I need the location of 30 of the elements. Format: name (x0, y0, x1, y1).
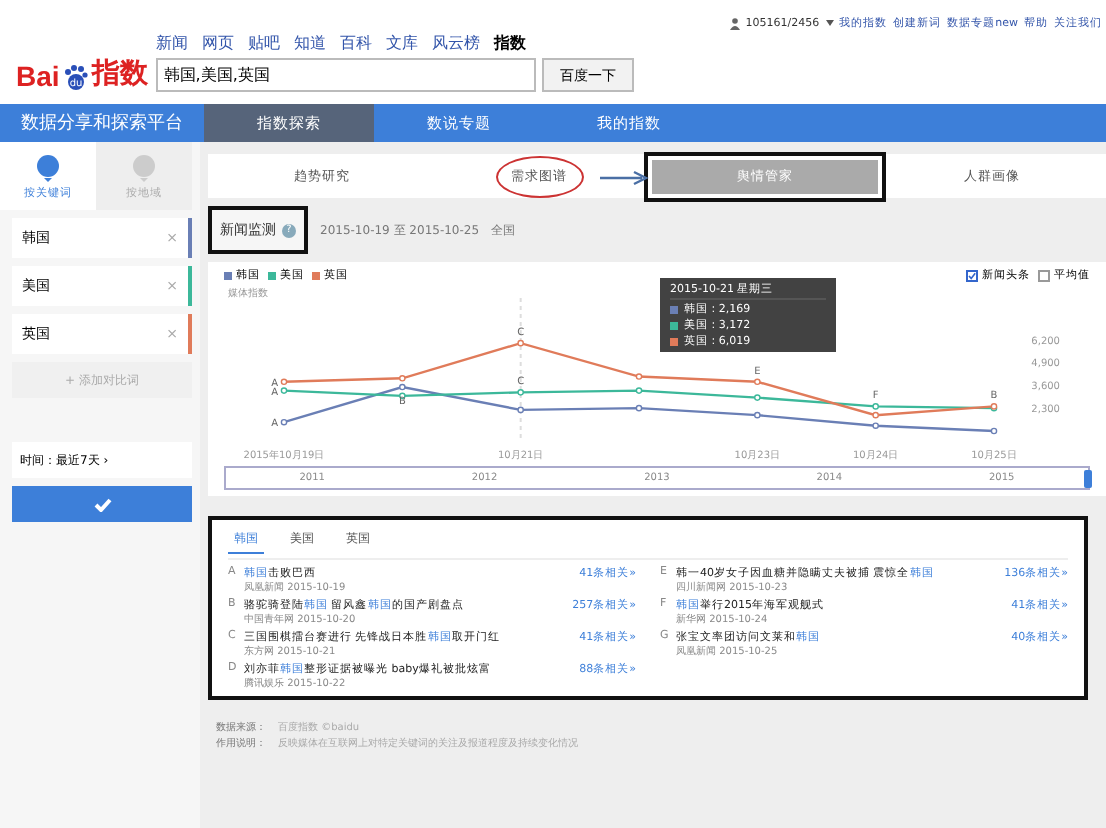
nav-link[interactable]: 贴吧 (247, 32, 280, 54)
data-point (517, 389, 524, 396)
platform-title: 数据分享和探索平台 (19, 111, 185, 138)
nav-link[interactable]: 百科 (339, 32, 372, 54)
user-icon (729, 17, 740, 29)
data-point (754, 411, 761, 419)
data-point (517, 339, 524, 347)
data-point (872, 422, 879, 429)
nav-link[interactable]: 新闻 (155, 32, 188, 54)
data-point (517, 406, 524, 414)
search-field[interactable]: 韩国,美国,英国 (155, 58, 536, 92)
arrow-icon (600, 170, 652, 186)
data-point (754, 394, 761, 401)
pin-icon (34, 153, 62, 181)
data-point (754, 378, 761, 386)
data-point (280, 418, 288, 426)
caret-icon[interactable] (825, 20, 834, 26)
nav-link[interactable]: 文库 (385, 32, 418, 54)
nav-link[interactable]: 指数 (493, 32, 526, 54)
pin-icon (130, 153, 158, 181)
check-icon (968, 271, 976, 279)
nav-link[interactable]: 风云榜 (431, 32, 480, 54)
range-handle[interactable] (1084, 470, 1092, 488)
data-point (990, 427, 998, 435)
data-point (635, 404, 643, 412)
check-icon (93, 497, 111, 511)
nav-link[interactable]: 网页 (201, 32, 234, 54)
data-point (635, 387, 643, 394)
nav-link[interactable]: 知道 (293, 32, 326, 54)
data-point (635, 373, 643, 380)
